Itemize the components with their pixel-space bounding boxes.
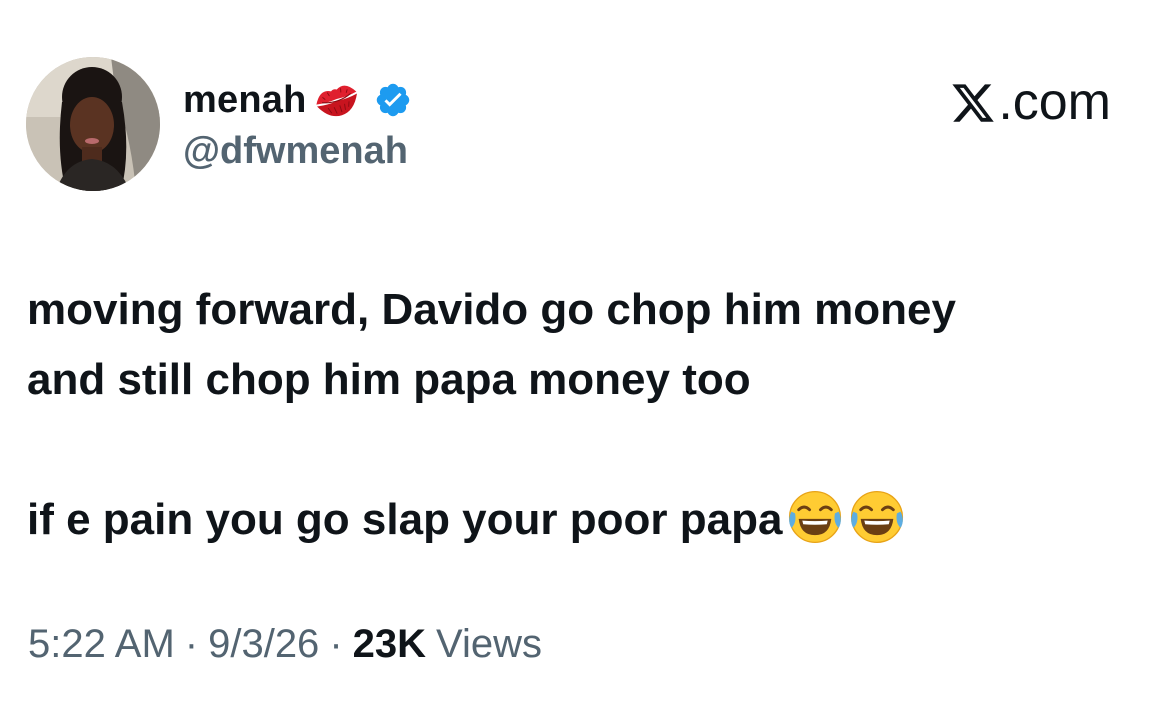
meta-separator: ·	[329, 622, 343, 666]
avatar-photo	[26, 57, 160, 191]
tweet-line-3: if e pain you go slap your poor papa	[27, 495, 783, 544]
verified-badge-icon	[374, 81, 412, 119]
author-name-row: menah	[183, 76, 412, 124]
face-with-tears-of-joy-icon	[848, 488, 906, 546]
display-name[interactable]: menah	[183, 79, 306, 122]
tweet-text: moving forward, Davido go chop him money…	[27, 275, 1137, 555]
tweet-line-3-wrapper: if e pain you go slap your poor papa	[27, 485, 1137, 555]
brand-domain-label: .com	[998, 73, 1111, 131]
tweet-line-2: and still chop him papa money too	[27, 355, 751, 404]
tweet-time[interactable]: 5:22 AM	[28, 622, 175, 667]
x-logo-icon	[950, 79, 996, 125]
avatar[interactable]	[26, 57, 160, 191]
tweet-meta: 5:22 AM · 9/3/26 · 23K Views	[28, 622, 542, 667]
x-brand: .com	[950, 72, 1111, 132]
face-with-tears-of-joy-icon	[786, 488, 844, 546]
views-label[interactable]: Views	[436, 622, 542, 667]
views-count[interactable]: 23K	[353, 622, 426, 667]
tweet-date[interactable]: 9/3/26	[208, 622, 319, 667]
tweet-card: menah @dfwmenah .com moving forward, Dav…	[0, 0, 1169, 709]
kiss-mark-icon	[312, 78, 362, 122]
meta-separator: ·	[184, 622, 199, 666]
tweet-line-1: moving forward, Davido go chop him money	[27, 285, 956, 334]
author-handle[interactable]: @dfwmenah	[183, 130, 408, 173]
